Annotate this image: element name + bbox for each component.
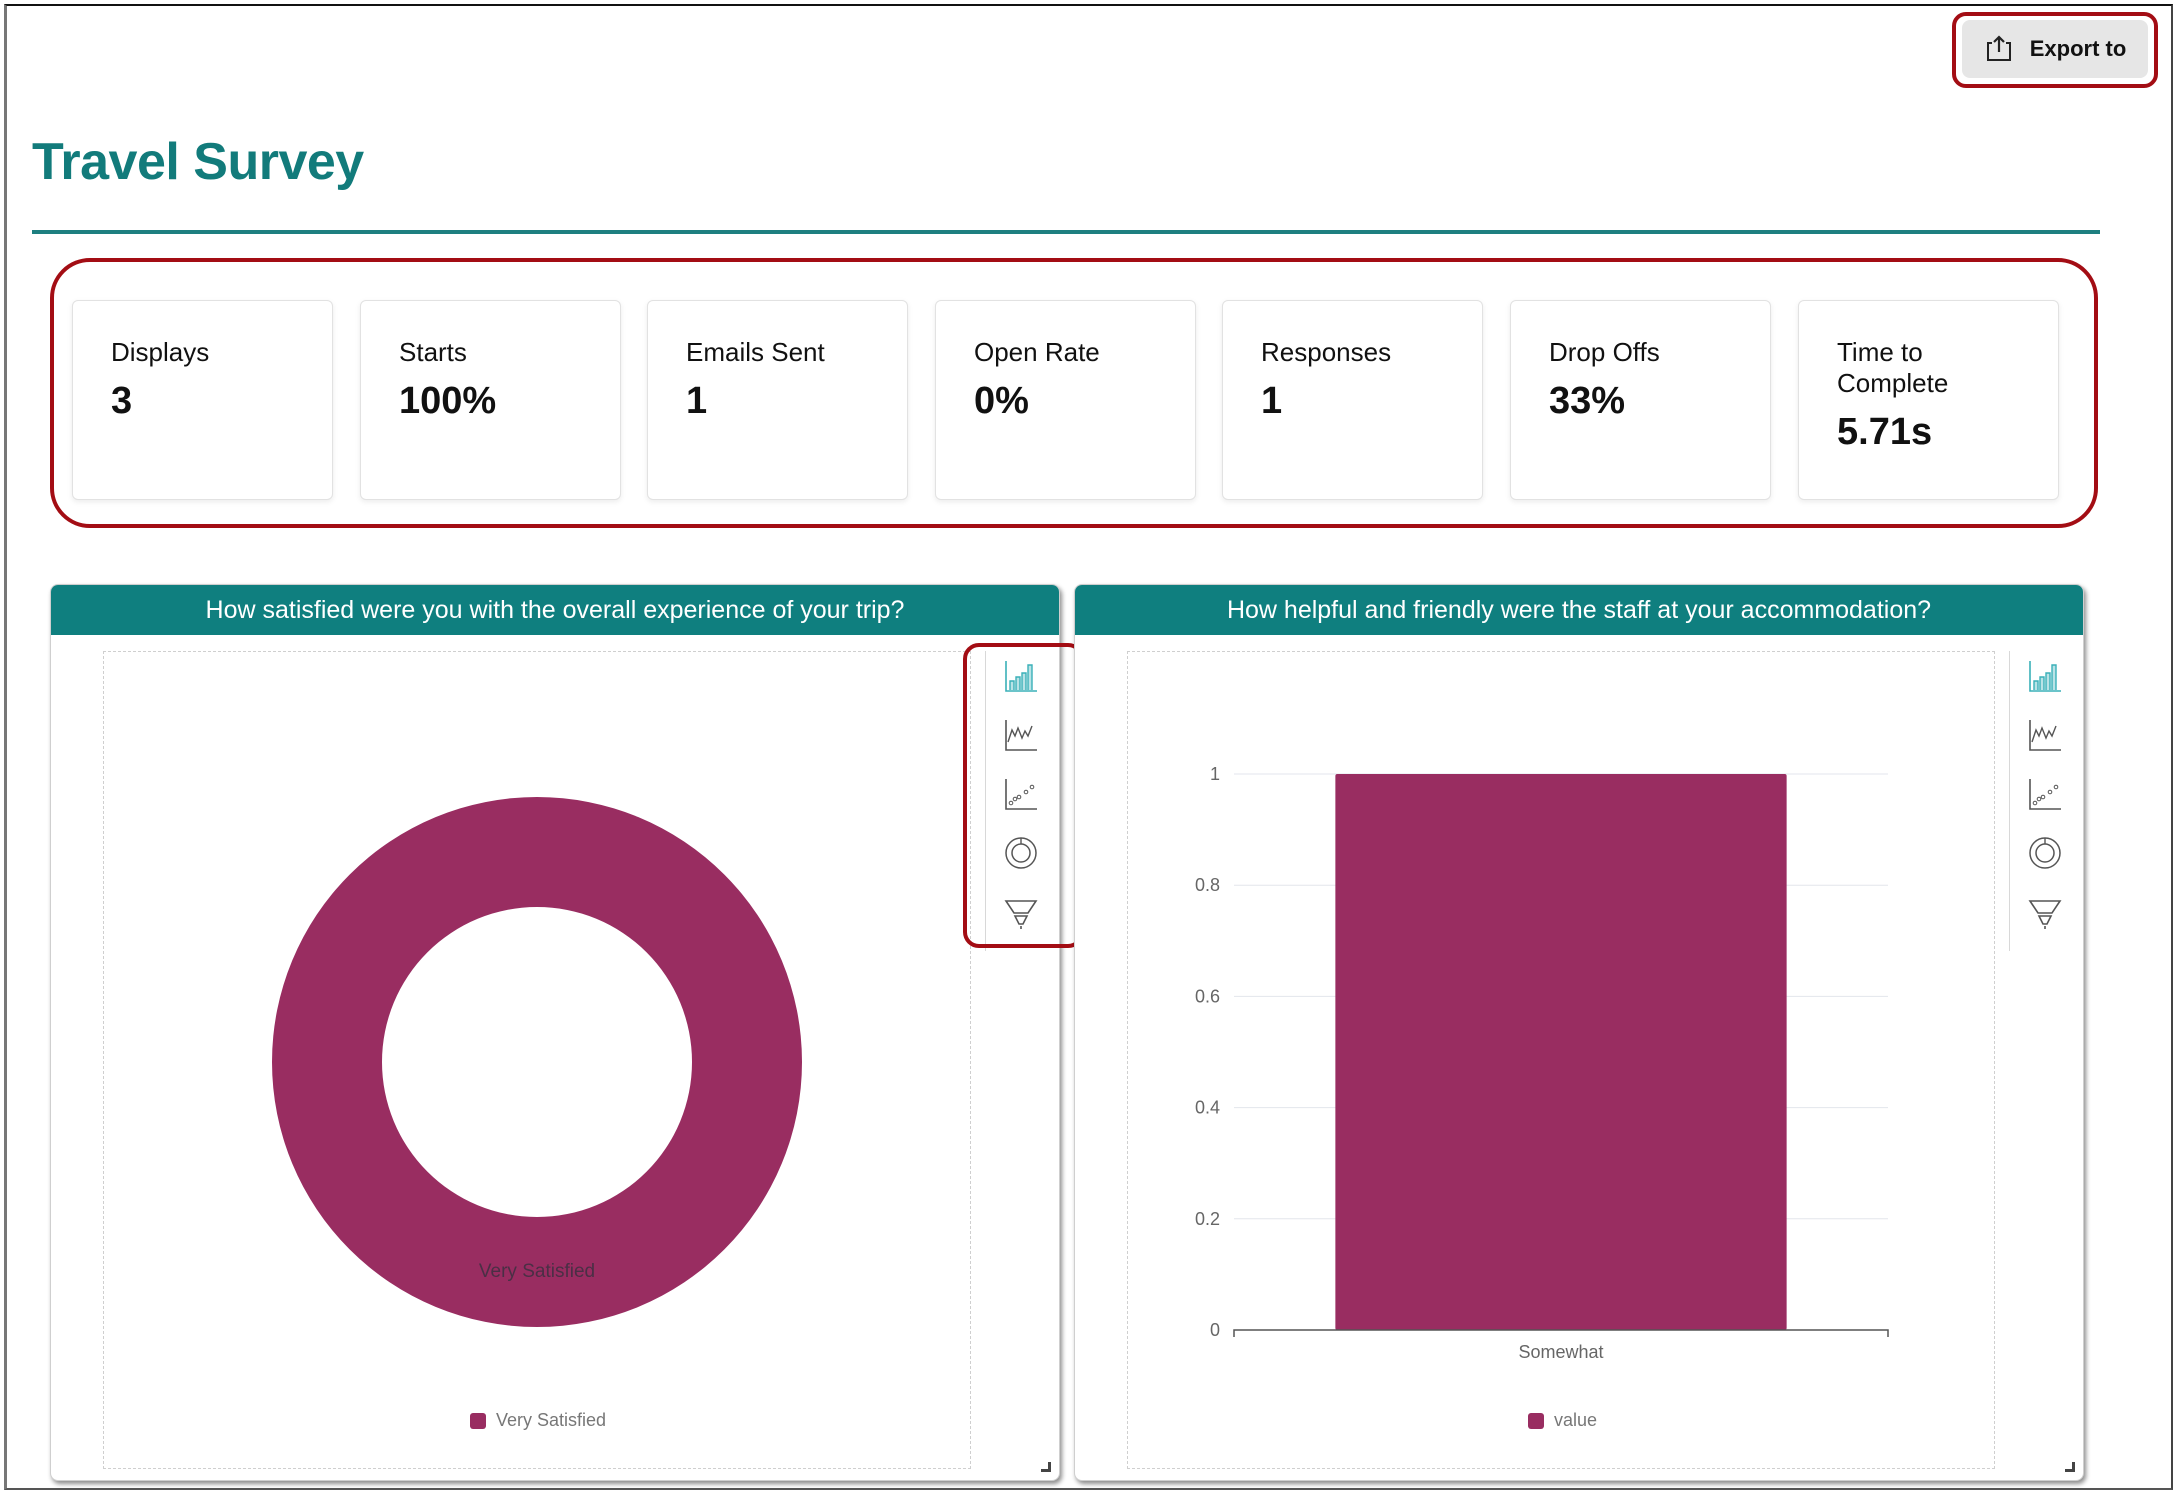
y-tick-label: 0.2 bbox=[1195, 1209, 1220, 1229]
bar-chart: 0 0.2 0.4 0.6 0.8 1 Somewhat bbox=[1195, 764, 1889, 1362]
chart-panel-title: How satisfied were you with the overall … bbox=[51, 585, 1059, 635]
stat-label: Starts bbox=[399, 337, 467, 367]
stat-value: 1 bbox=[686, 380, 708, 422]
stat-value: 5.71s bbox=[1837, 411, 1933, 453]
line-chart-icon bbox=[2029, 720, 2061, 751]
stat-label: Displays bbox=[111, 337, 210, 367]
resize-handle[interactable] bbox=[2065, 1462, 2075, 1472]
donut-slice[interactable] bbox=[272, 797, 802, 1327]
bar[interactable] bbox=[1335, 774, 1787, 1330]
chart-area: 0 0.2 0.4 0.6 0.8 1 Somewhat value bbox=[1127, 651, 1995, 1469]
stat-value: 3 bbox=[111, 380, 133, 422]
bar-chart-icon bbox=[2029, 661, 2061, 692]
chart-area: Very Satisfied Very Satisfied bbox=[103, 651, 971, 1469]
donut-chart-icon bbox=[2029, 837, 2061, 869]
stat-card-open-rate: Open Rate 0% bbox=[935, 300, 1196, 500]
chart-panel-title: How helpful and friendly were the staff … bbox=[1075, 585, 2083, 635]
export-icon bbox=[1984, 33, 2014, 66]
bar-chart-button[interactable] bbox=[2026, 657, 2064, 695]
chart-panel-staff: How helpful and friendly were the staff … bbox=[1074, 584, 2084, 1481]
funnel-chart-icon bbox=[2028, 900, 2062, 929]
legend-label[interactable]: value bbox=[1554, 1410, 1597, 1431]
page-title: Travel Survey bbox=[32, 133, 364, 191]
y-tick-label: 1 bbox=[1210, 764, 1220, 784]
export-label: Export to bbox=[2029, 36, 2127, 61]
y-tick-label: 0.6 bbox=[1195, 986, 1220, 1006]
stat-value: 1 bbox=[1261, 380, 1283, 422]
legend-swatch bbox=[1528, 1412, 1544, 1429]
export-button[interactable]: Export to bbox=[1962, 20, 2148, 78]
stat-label: Open Rate bbox=[974, 337, 1100, 367]
funnel-chart-button[interactable] bbox=[2026, 893, 2064, 931]
stat-card-starts: Starts 100% bbox=[360, 300, 621, 500]
stat-value: 33% bbox=[1549, 380, 1626, 422]
stat-value: 0% bbox=[974, 380, 1029, 422]
stat-label: Emails Sent bbox=[686, 337, 825, 367]
chart-type-toolbar bbox=[2009, 651, 2079, 951]
legend-label[interactable]: Very Satisfied bbox=[496, 1410, 606, 1431]
legend-swatch bbox=[470, 1412, 486, 1429]
stat-card-emails-sent: Emails Sent 1 bbox=[647, 300, 908, 500]
resize-handle[interactable] bbox=[1041, 1462, 1051, 1472]
stat-card-time-to-complete: Time to Complete 5.71s bbox=[1798, 300, 2059, 500]
y-tick-label: 0 bbox=[1210, 1320, 1220, 1340]
chart-legend: Very Satisfied bbox=[470, 1410, 606, 1431]
scatter-chart-icon bbox=[2029, 779, 2061, 810]
x-axis bbox=[1233, 1329, 1889, 1337]
stat-card-responses: Responses 1 bbox=[1222, 300, 1483, 500]
stat-label: Time to Complete bbox=[1837, 337, 1949, 398]
donut-chart-button[interactable] bbox=[2026, 834, 2064, 872]
toolbar-highlight-annotation bbox=[963, 643, 1084, 948]
stat-label: Responses bbox=[1261, 337, 1392, 367]
stat-card-drop-offs: Drop Offs 33% bbox=[1510, 300, 1771, 500]
stat-card-displays: Displays 3 bbox=[72, 300, 333, 500]
stat-value: 100% bbox=[399, 380, 497, 422]
y-tick-label: 0.8 bbox=[1195, 875, 1220, 895]
donut-chart: Very Satisfied bbox=[272, 797, 802, 1327]
chart-legend: value bbox=[1528, 1410, 1597, 1431]
slice-label: Very Satisfied bbox=[479, 1261, 595, 1282]
stat-label: Drop Offs bbox=[1549, 337, 1660, 367]
scatter-chart-button[interactable] bbox=[2026, 775, 2064, 813]
x-tick-label: Somewhat bbox=[1518, 1342, 1603, 1362]
y-tick-label: 0.4 bbox=[1195, 1098, 1220, 1118]
line-chart-button[interactable] bbox=[2026, 716, 2064, 754]
title-divider bbox=[32, 230, 2100, 234]
chart-panel-satisfaction: How satisfied were you with the overall … bbox=[50, 584, 1060, 1481]
